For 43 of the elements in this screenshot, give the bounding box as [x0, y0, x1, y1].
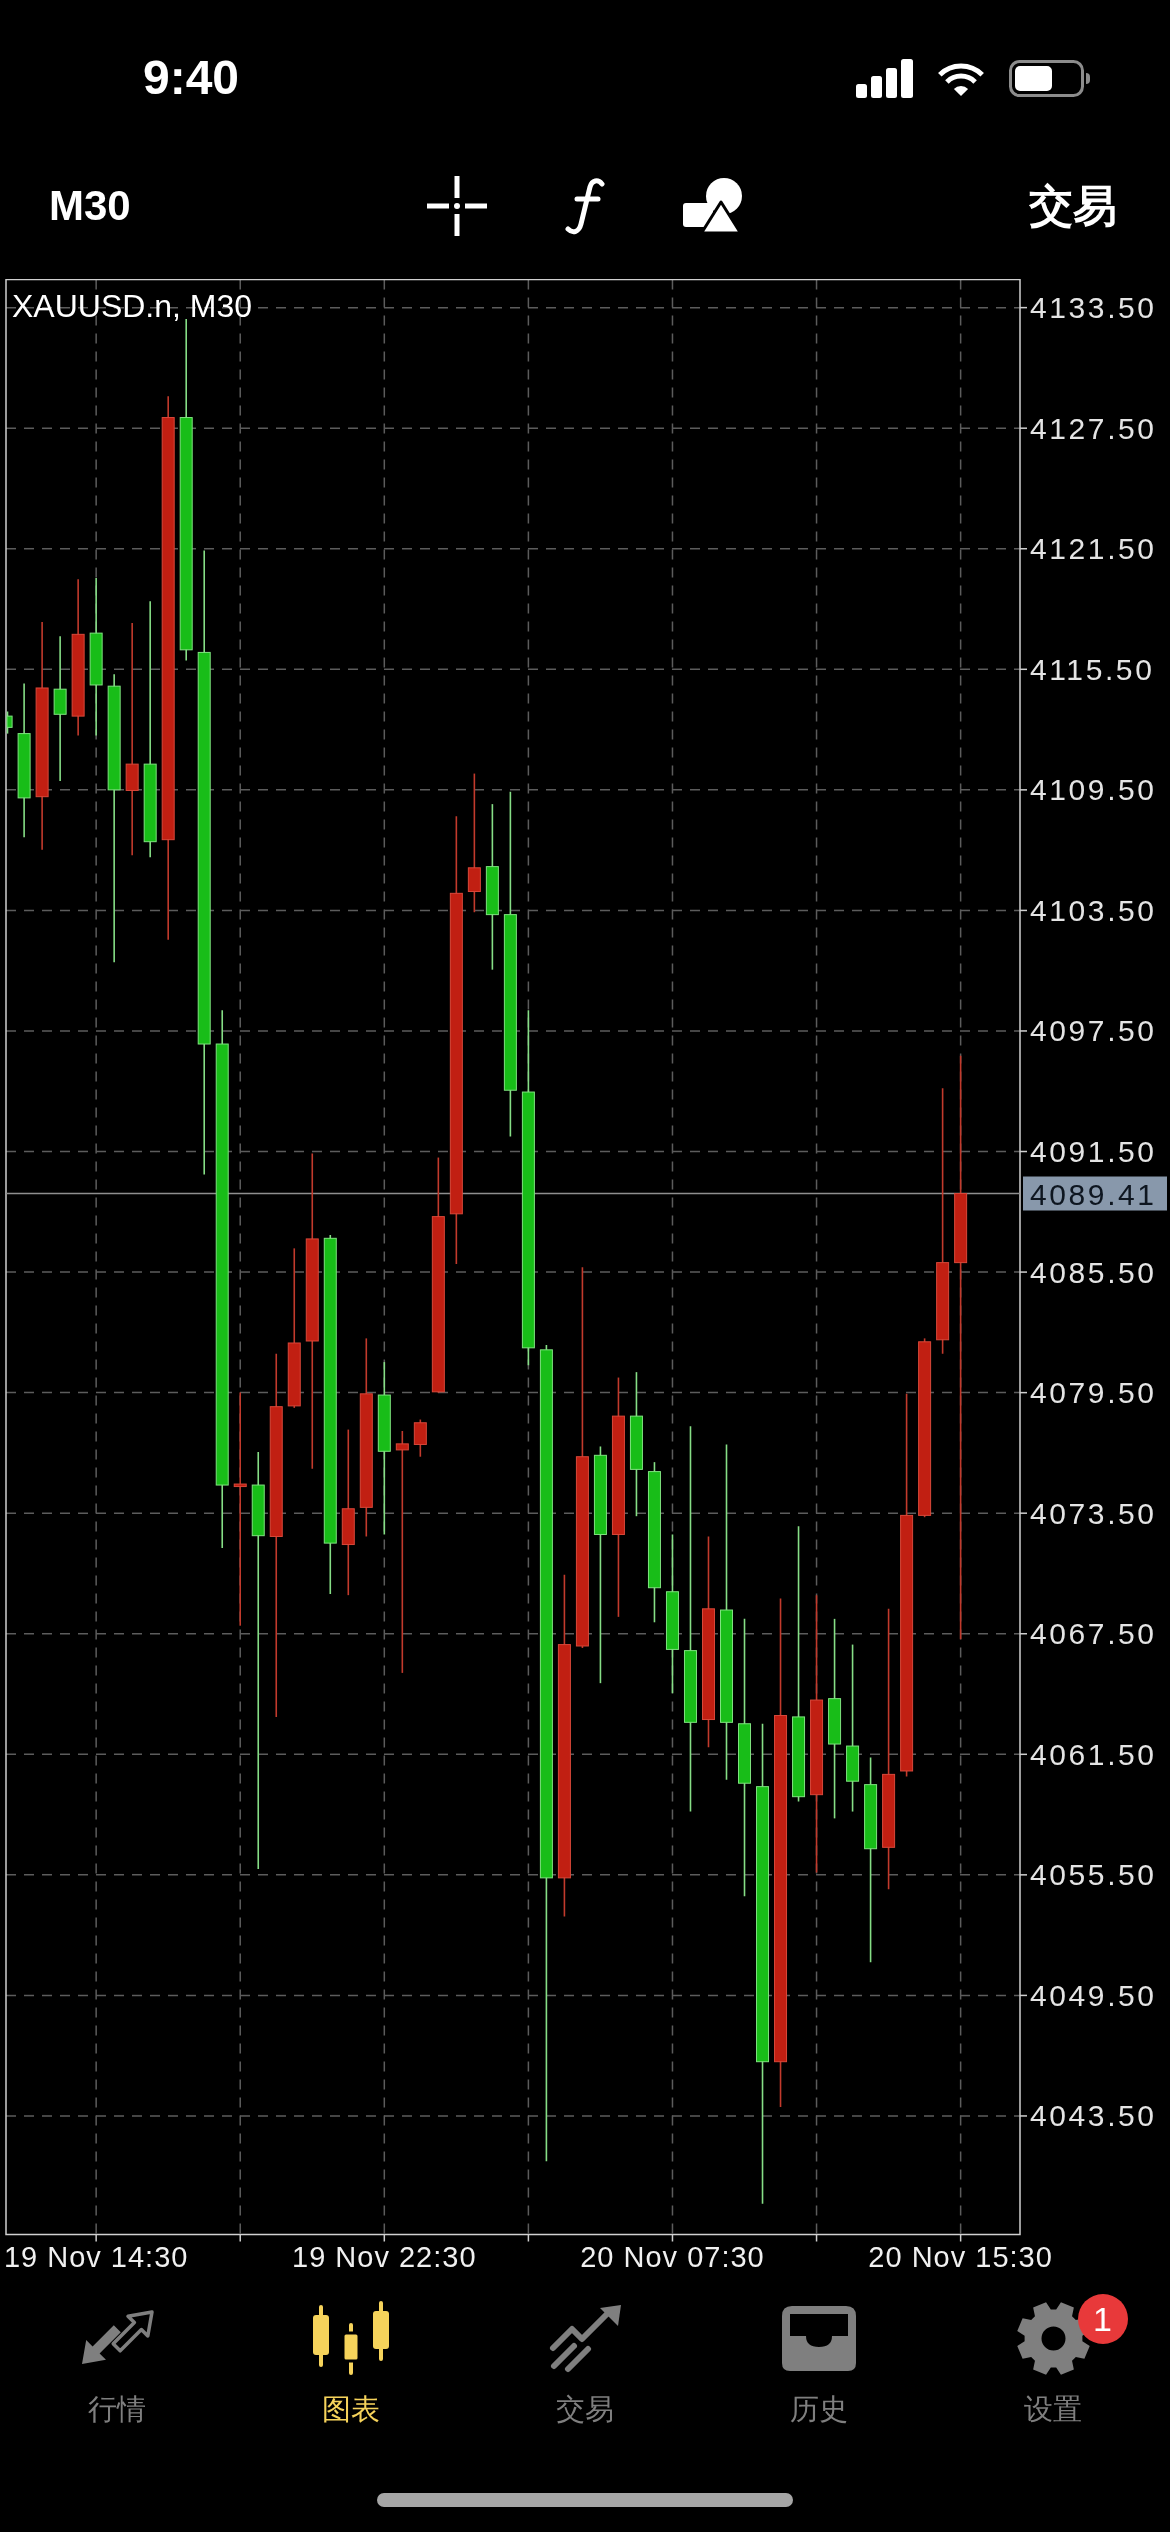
timeframe-button[interactable]: M30 — [49, 185, 131, 227]
price-label: 4085.50 — [1030, 1255, 1157, 1289]
price-label: 4121.50 — [1030, 532, 1157, 566]
price-label: 4097.50 — [1030, 1014, 1157, 1048]
chart-title: XAUUSD.n, M30 — [12, 288, 253, 324]
status-time: 9:40 — [142, 54, 240, 102]
price-label: 4067.50 — [1030, 1617, 1157, 1651]
tab[interactable]: 交易 — [547, 2280, 623, 2432]
tab[interactable]: 图表 — [313, 2280, 389, 2432]
crosshair-icon[interactable] — [427, 176, 487, 236]
shapes-icon[interactable] — [683, 177, 743, 235]
current-price-tag: 4089.41 — [1023, 1176, 1167, 1211]
tray-icon — [782, 2305, 856, 2371]
ref-line-label: 4089.41 — [1030, 1178, 1157, 1212]
tab[interactable]: 行情 — [78, 2280, 156, 2432]
gear-icon — [1015, 2300, 1091, 2376]
price-label: 4127.50 — [1030, 411, 1157, 445]
function-icon[interactable] — [565, 177, 605, 235]
time-label: 20 Nov 07:30 — [580, 2241, 765, 2273]
price-label: 4109.50 — [1030, 773, 1157, 807]
price-label: 4091.50 — [1030, 1135, 1157, 1168]
time-label: 20 Nov 15:30 — [868, 2241, 1053, 2273]
tab[interactable]: 历史 — [782, 2280, 856, 2432]
trade-button[interactable]: 交易 — [1029, 184, 1117, 228]
notification-badge: 1 — [1077, 2294, 1128, 2344]
trend-arrow-icon — [547, 2303, 623, 2373]
price-label: 4115.50 — [1030, 652, 1155, 686]
price-label: 4133.50 — [1030, 291, 1157, 325]
price-label: 4055.50 — [1030, 1858, 1157, 1892]
signal-icon — [856, 58, 913, 98]
price-label: 4103.50 — [1030, 893, 1157, 927]
price-label: 4073.50 — [1030, 1496, 1157, 1530]
tab[interactable]: 1 设置 — [977, 2280, 1129, 2432]
price-label: 4043.50 — [1030, 2099, 1157, 2133]
battery-icon — [1009, 59, 1091, 97]
price-label: 4079.50 — [1030, 1376, 1157, 1410]
time-label: 19 Nov 14:30 — [3, 2241, 189, 2273]
time-label: 19 Nov 22:30 — [292, 2241, 477, 2273]
candle — [413, 1418, 427, 1458]
candle — [6, 710, 13, 735]
price-label: 4049.50 — [1030, 1978, 1157, 2012]
candlestick-icon — [313, 2301, 389, 2375]
price-label: 4061.50 — [1030, 1737, 1157, 1771]
